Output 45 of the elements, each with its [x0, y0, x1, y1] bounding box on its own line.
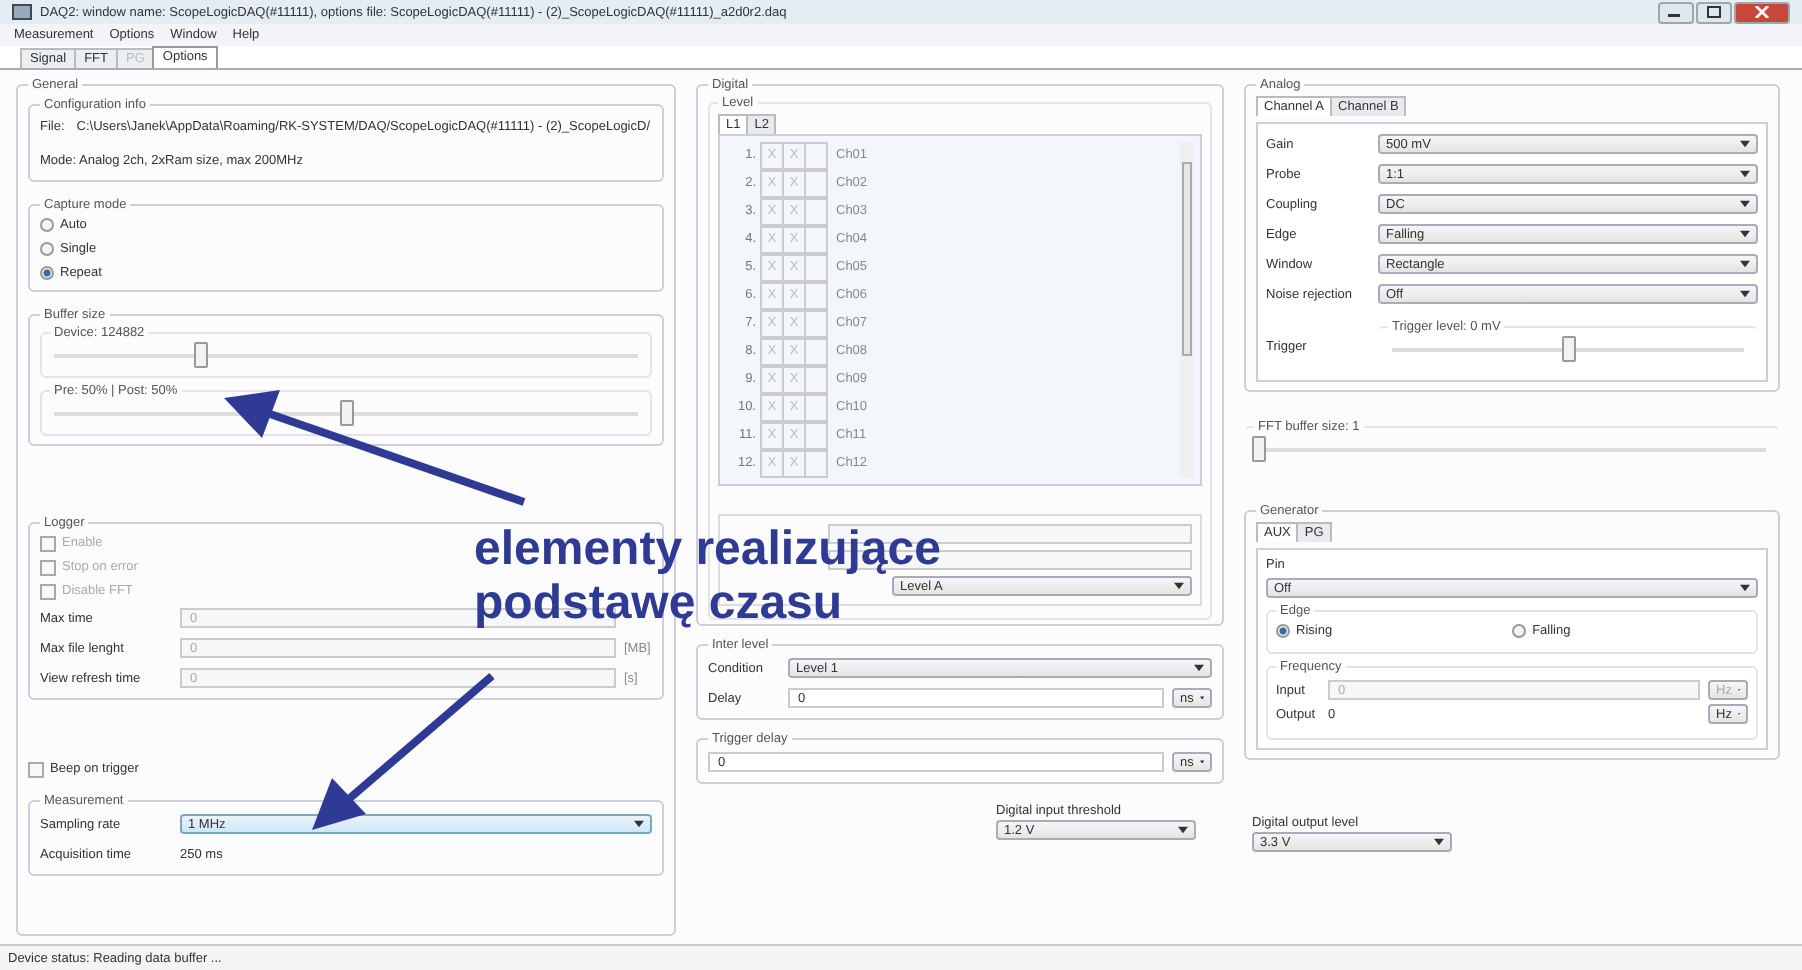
- close-button[interactable]: [1734, 1, 1790, 23]
- checkbox[interactable]: [40, 535, 56, 551]
- slider-thumb[interactable]: [340, 400, 354, 426]
- checkbox[interactable]: [40, 583, 56, 599]
- checkbox[interactable]: [40, 559, 56, 575]
- state-button[interactable]: [804, 141, 828, 169]
- caret-icon: [1740, 290, 1750, 298]
- state-button[interactable]: [804, 309, 828, 337]
- slider-thumb[interactable]: [1562, 336, 1576, 362]
- state-button[interactable]: [804, 365, 828, 393]
- maximize-icon: [1706, 6, 1722, 18]
- radio-button[interactable]: [40, 242, 54, 256]
- caret-icon: [1740, 170, 1750, 178]
- state-button[interactable]: [804, 393, 828, 421]
- state-button[interactable]: [804, 225, 828, 253]
- maximize-button[interactable]: [1696, 1, 1732, 23]
- slider-thumb[interactable]: [1252, 436, 1266, 462]
- minimize-button[interactable]: [1658, 1, 1694, 23]
- caret-icon: [1740, 584, 1750, 592]
- state-button[interactable]: [804, 281, 828, 309]
- state-button[interactable]: [804, 253, 828, 281]
- state-button[interactable]: [804, 197, 828, 225]
- caret-icon: [1178, 826, 1188, 834]
- caret-icon: [634, 820, 644, 828]
- slider-thumb[interactable]: [194, 342, 208, 368]
- app-icon: [12, 4, 32, 20]
- state-button[interactable]: [804, 449, 828, 477]
- radio-button[interactable]: [40, 266, 54, 280]
- caret-icon: [1194, 664, 1204, 672]
- checkbox[interactable]: [28, 761, 44, 777]
- scrollbar[interactable]: [1180, 142, 1194, 478]
- radio-button[interactable]: [1512, 624, 1527, 638]
- caret-icon: [1434, 838, 1444, 846]
- state-button[interactable]: [804, 421, 828, 449]
- annotation-text: elementy realizujące: [474, 522, 941, 576]
- caret-icon: [1740, 140, 1750, 148]
- caret-icon: [1740, 200, 1750, 208]
- close-icon: [1754, 6, 1770, 18]
- caret-icon: [1740, 230, 1750, 238]
- radio-button[interactable]: [1276, 624, 1290, 638]
- state-button[interactable]: [804, 337, 828, 365]
- caret-icon: [1174, 582, 1184, 590]
- state-button[interactable]: [804, 169, 828, 197]
- radio-button[interactable]: [40, 218, 54, 232]
- caret-icon: [1740, 260, 1750, 268]
